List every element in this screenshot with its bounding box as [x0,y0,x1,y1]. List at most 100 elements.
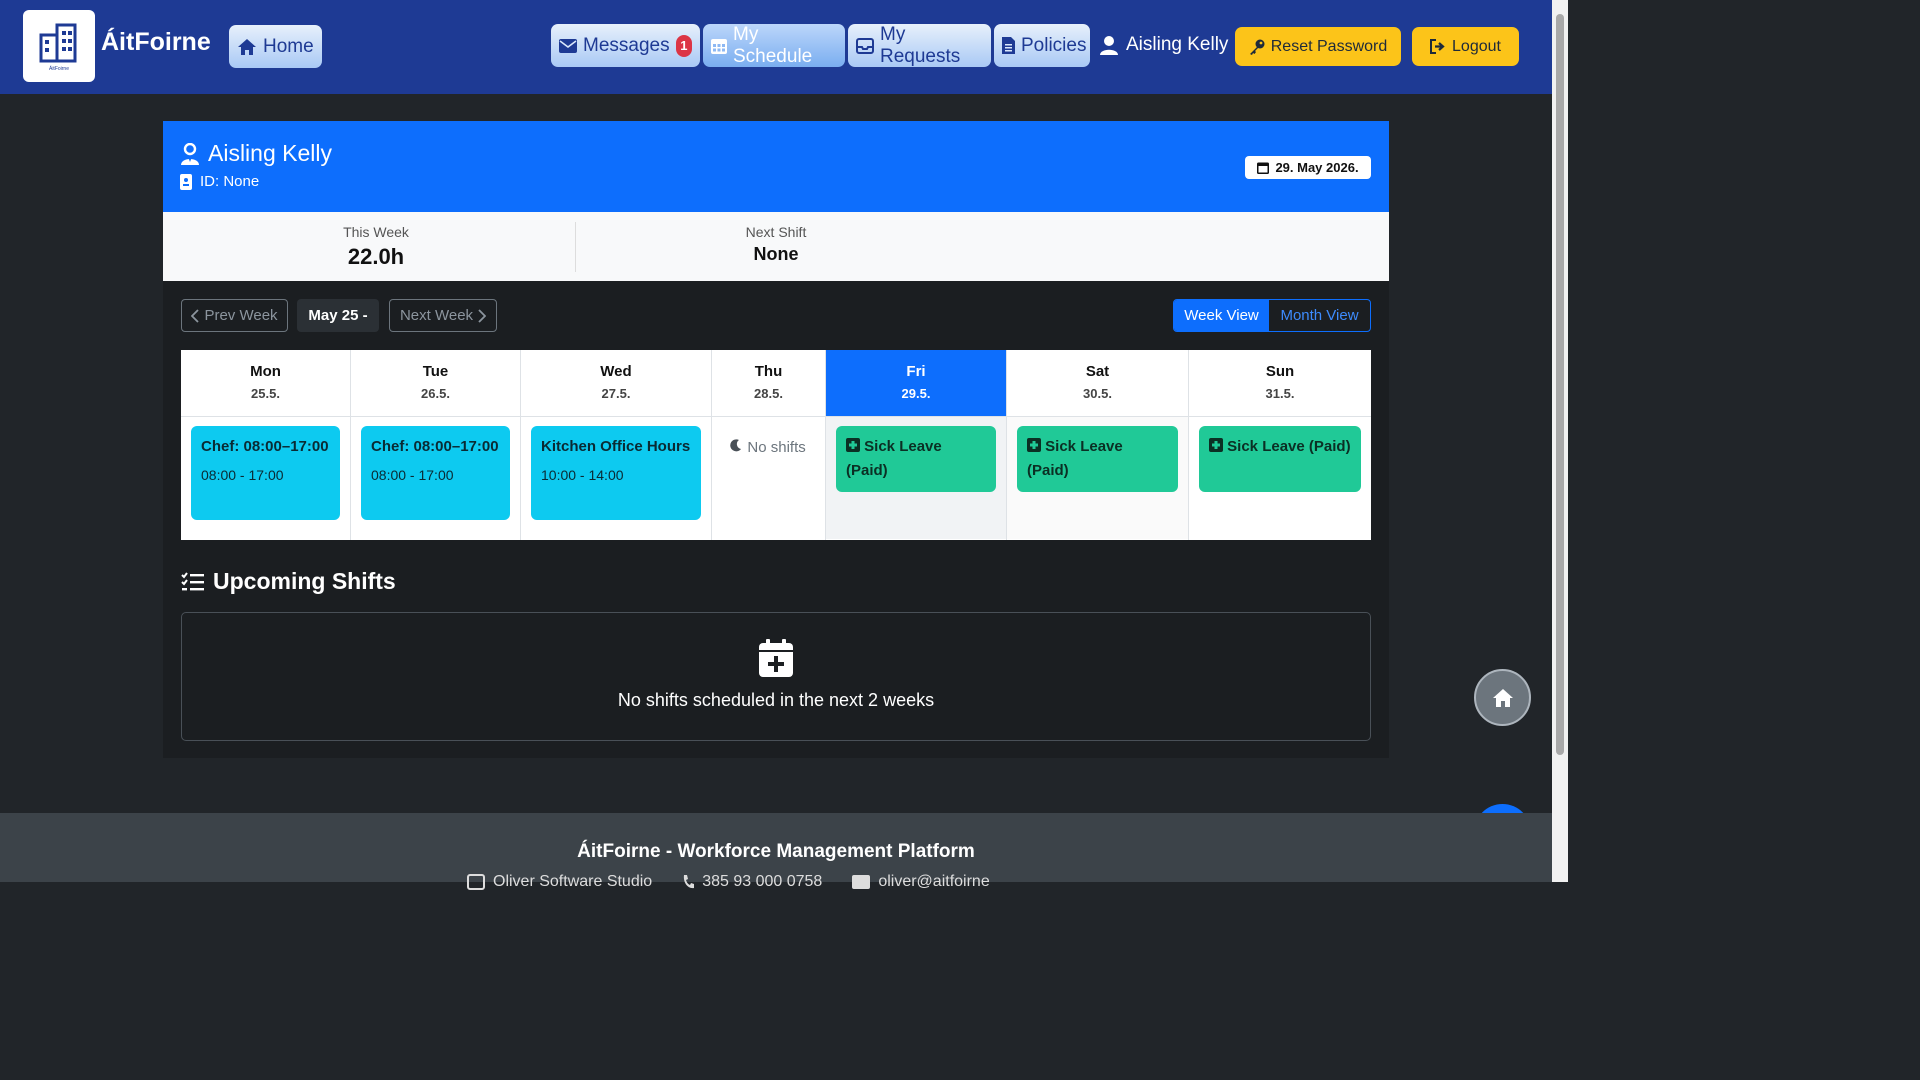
upcoming-shifts-heading: Upcoming Shifts [181,568,396,595]
next-shift-stat: Next Shift None [626,224,926,265]
current-user[interactable]: Aisling Kelly [1100,34,1228,56]
shift-card[interactable]: Chef: 08:00–17:00 08:00 - 17:00 [191,426,340,520]
footer-phone: 385 93 000 0758 [682,873,822,891]
day-name: Sat [1085,363,1110,380]
week-view-button[interactable]: Week View [1174,300,1270,331]
leave-card[interactable]: Sick Leave (Paid) [1017,426,1178,492]
day-name: Wed [600,363,632,380]
footer-contact: Oliver Software Studio 385 93 000 0758 o… [467,873,990,891]
shift-time: 08:00 - 17:00 [371,467,454,483]
stat-divider [575,222,576,272]
employee-name-text: Aisling Kelly [208,140,332,166]
day-header: Thu 28.5. [712,350,825,417]
my-requests-label: My Requests [880,23,961,67]
page-scrollbar[interactable] [1552,0,1568,882]
my-schedule-button[interactable]: My Schedule [703,24,845,67]
day-header: Wed 27.5. [521,350,711,417]
day-column-sat: Sat 30.5. Sick Leave (Paid) [1007,350,1189,540]
policies-button[interactable]: Policies [994,24,1090,67]
no-shifts-placeholder: No shifts [712,436,825,460]
prev-week-label: Prev Week [204,307,278,324]
logout-button[interactable]: Logout [1412,27,1519,66]
leave-label: Sick Leave (Paid) [846,438,942,479]
footer-phone-text: 385 93 000 0758 [702,873,823,890]
leave-card[interactable]: Sick Leave (Paid) [836,426,996,492]
calendar-plus-icon [759,639,793,677]
day-header: Fri 29.5. [826,350,1006,417]
envelope-icon [559,38,577,53]
day-date: 27.5. [601,386,631,401]
employee-header: Aisling Kelly ID: None 29. May 2026. [163,121,1389,212]
employee-name: Aisling Kelly [180,140,332,167]
upcoming-shifts-panel: No shifts scheduled in the next 2 weeks [181,612,1371,741]
scrollbar-thumb[interactable] [1556,14,1564,755]
shift-title: Kitchen Office Hours [541,438,691,455]
day-name: Fri [906,363,926,380]
upcoming-shifts-title: Upcoming Shifts [213,568,396,594]
current-date-text: 29. May 2026. [1275,160,1359,175]
day-column-fri: Fri 29.5. Sick Leave (Paid) [826,350,1007,540]
document-icon [1002,37,1015,54]
shift-card[interactable]: Kitchen Office Hours 10:00 - 14:00 [531,426,701,520]
id-badge-icon [180,173,192,190]
reset-password-label: Reset Password [1270,37,1388,55]
month-view-button[interactable]: Month View [1269,300,1370,331]
day-column-wed: Wed 27.5. Kitchen Office Hours 10:00 - 1… [521,350,712,540]
day-date: 31.5. [1265,386,1295,401]
next-week-button[interactable]: Next Week [389,299,497,332]
shift-title: Chef: 08:00–17:00 [201,438,329,455]
footer-company: Oliver Software Studio [467,873,652,891]
user-tie-icon [181,142,199,165]
key-icon [1249,39,1265,55]
building-icon [39,23,77,62]
day-column-mon: Mon 25.5. Chef: 08:00–17:00 08:00 - 17:0… [181,350,351,540]
employee-id-text: ID: None [200,173,260,190]
shift-title: Chef: 08:00–17:00 [371,438,499,455]
building-icon [467,874,485,890]
day-header: Sun 31.5. [1189,350,1371,417]
leave-label: Sick Leave (Paid) [1227,438,1351,455]
home-button[interactable]: Home [229,25,322,68]
next-shift-value: None [753,244,799,264]
envelope-icon [852,875,871,889]
top-navbar: ÁitFoirne ÁitFoirne Home Messages 1 My S… [0,0,1552,94]
day-header: Tue 26.5. [351,350,520,417]
week-calendar: Mon 25.5. Chef: 08:00–17:00 08:00 - 17:0… [181,350,1371,540]
leave-card[interactable]: Sick Leave (Paid) [1199,426,1361,492]
shift-card[interactable]: Chef: 08:00–17:00 08:00 - 17:00 [361,426,510,520]
shift-time: 10:00 - 14:00 [541,467,624,483]
page-footer: ÁitFoirne - Workforce Management Platfor… [0,813,1552,890]
this-week-stat: This Week 22.0h [226,224,526,270]
medical-file-icon [1209,438,1223,452]
next-week-label: Next Week [399,307,474,324]
no-upcoming-shifts-text: No shifts scheduled in the next 2 weeks [617,690,935,710]
footer-email: oliver@aitfoirne [852,873,990,891]
day-date: 29.5. [901,386,931,401]
user-icon [1100,35,1118,55]
medical-file-icon [1027,438,1041,452]
my-schedule-label: My Schedule [733,23,813,67]
list-check-icon [181,571,204,590]
current-week-label: May 25 - [297,299,379,332]
footer-company-text: Oliver Software Studio [493,873,653,890]
medical-file-icon [846,438,860,452]
no-shifts-text: No shifts [747,439,806,456]
day-date: 30.5. [1083,386,1112,401]
day-header: Mon 25.5. [181,350,350,417]
floating-home-button[interactable] [1474,669,1531,726]
app-logo[interactable]: ÁitFoirne [23,10,95,82]
policies-label: Policies [1021,34,1087,56]
my-requests-button[interactable]: My Requests [848,24,991,67]
home-icon [238,38,256,55]
brand-name[interactable]: ÁitFoirne [101,28,211,57]
day-name: Sun [1265,363,1295,380]
messages-button[interactable]: Messages 1 [551,24,700,67]
day-name: Tue [422,363,449,380]
view-toggle: Week View Month View [1173,299,1371,332]
leave-label: Sick Leave (Paid) [1027,438,1123,479]
reset-password-button[interactable]: Reset Password [1235,27,1401,66]
day-column-sun: Sun 31.5. Sick Leave (Paid) [1189,350,1371,540]
chevron-left-icon [191,308,200,323]
current-date-badge: 29. May 2026. [1245,156,1371,179]
prev-week-button[interactable]: Prev Week [181,299,288,332]
